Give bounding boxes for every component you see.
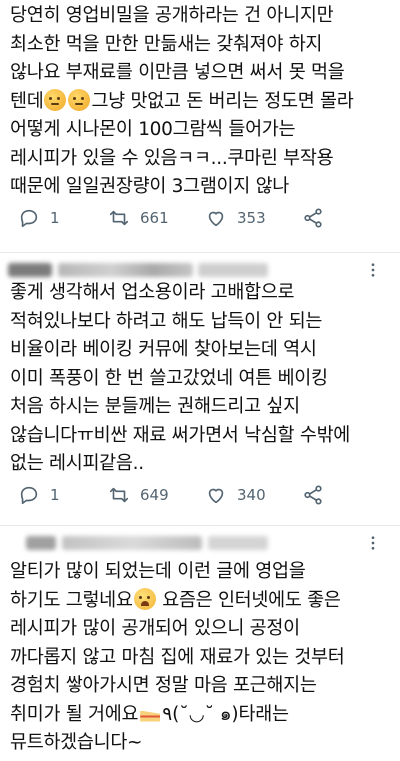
thinking-face-emoji [68, 88, 91, 111]
blurred-username [26, 536, 56, 550]
retweet-icon [109, 487, 129, 503]
reply-button[interactable]: 1 [18, 203, 60, 233]
tweet-3-text: 알티가 많이 되었는데 이런 글에 영업을 하기도 그렇네요 요즘은 인터넷에도… [10, 561, 345, 753]
share-button[interactable] [302, 203, 324, 233]
like-icon [208, 488, 224, 504]
tweet-2-header [8, 259, 392, 281]
like-icon [208, 211, 224, 227]
reply-button[interactable]: 1 [18, 480, 60, 510]
cake-emoji [139, 704, 161, 722]
tweet-1-actions: 1 661 353 [0, 203, 400, 233]
reply-icon [20, 209, 38, 228]
blurred-date [208, 536, 268, 550]
tweet-2-actions: 1 649 340 [0, 480, 400, 510]
more-options-icon [371, 263, 375, 277]
blurred-handle [62, 536, 202, 550]
retweet-button[interactable]: 661 [108, 203, 169, 233]
divider [0, 252, 400, 253]
crying-face-emoji [133, 587, 156, 610]
tweet-2-text: 좋게 생각해서 업소용이라 고배합으로 적혀있나보다 하려고 해도 납득이 안 … [10, 282, 351, 474]
more-options-button[interactable] [362, 259, 384, 281]
blurred-username [8, 263, 52, 277]
share-icon [304, 485, 322, 505]
tweet-1-text: 당연히 영업비밀을 공개하라는 건 아니지만 최소한 먹을 만한 만듦새는 갖춰… [10, 5, 354, 197]
share-icon [304, 208, 322, 228]
share-button[interactable] [302, 480, 324, 510]
like-button[interactable]: 340 [205, 480, 266, 510]
tweet-3-header [8, 532, 392, 554]
retweet-icon [109, 210, 129, 226]
more-options-button[interactable] [362, 532, 384, 554]
divider [0, 525, 400, 526]
thinking-face-emoji [44, 88, 67, 111]
blurred-date [198, 263, 268, 277]
blurred-handle [58, 263, 193, 277]
retweet-button[interactable]: 649 [108, 480, 169, 510]
more-options-icon [371, 536, 375, 550]
like-button[interactable]: 353 [205, 203, 266, 233]
reply-icon [20, 486, 38, 505]
